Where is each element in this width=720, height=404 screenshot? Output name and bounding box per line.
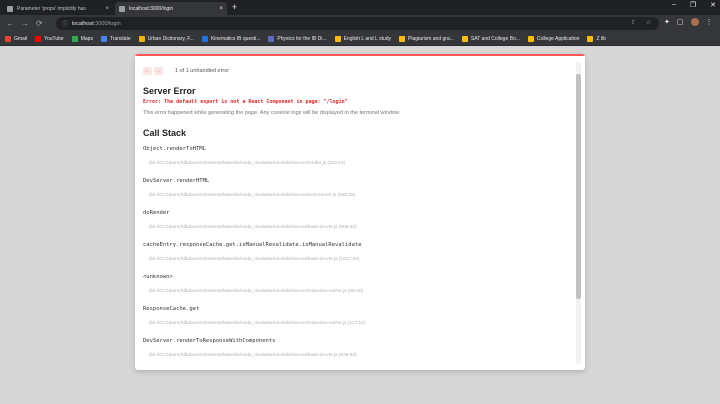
bookmark-label: English L and L study	[343, 35, 392, 42]
bookmark-favicon-icon	[201, 35, 208, 42]
bookmark-label: Gmail	[14, 35, 28, 42]
bookmark-favicon-icon	[268, 35, 275, 42]
tab-close-icon[interactable]: ×	[105, 6, 109, 12]
bookmark-favicon-icon	[35, 35, 42, 42]
bookmark-label: College Application	[536, 35, 580, 42]
frame-function: Object.renderToHTML	[143, 146, 206, 152]
bookmark-item[interactable]: Physics for the IB Di...	[268, 35, 327, 42]
browser-toolbar: ← → ⟳ ⓘ localhost:3000/login ⇪ ☆ ✦ ▢ ⋮	[0, 15, 720, 32]
bookmark-item[interactable]: English L and L study	[334, 35, 392, 42]
forward-icon[interactable]: →	[21, 18, 29, 29]
url-host: localhost	[72, 20, 94, 27]
call-stack-frame[interactable]: ResponseCache.get file:///C:/Users/Sifta…	[143, 306, 365, 326]
error-counter: 1 of 1 unhandled error	[175, 68, 230, 74]
bookmark-label: Kinematics IB questi...	[210, 35, 261, 42]
toolbar-actions: ✦ ▢ ⋮	[664, 18, 713, 26]
bookmark-favicon-icon	[399, 35, 406, 42]
tab-typescript-error[interactable]: Parameter 'props' implicitly has ×	[3, 2, 113, 15]
frame-path[interactable]: file:///C:/Users/Siftaboo%20Hanse/Mansit…	[149, 289, 363, 294]
bookmark-label: Physics for the IB Di...	[277, 35, 327, 42]
tab-favicon-icon	[7, 5, 13, 12]
address-bar[interactable]: ⓘ localhost:3000/login ⇪ ☆	[56, 17, 659, 30]
frame-path[interactable]: file:///C:/Users/Siftaboo%20Hanse/Mansit…	[149, 225, 357, 230]
window-controls: – ❐ ✕	[672, 1, 716, 9]
bookmark-favicon-icon	[461, 35, 468, 42]
error-accent-bar	[135, 54, 585, 56]
bookmark-item[interactable]: Z lib	[587, 35, 606, 42]
tab-favicon-icon	[119, 5, 125, 12]
tab-title: localhost:3000/login	[129, 5, 174, 12]
tab-localhost-login[interactable]: localhost:3000/login ×	[115, 2, 227, 15]
bookmark-favicon-icon	[527, 35, 534, 42]
bookmark-item[interactable]: Gmail	[5, 35, 28, 42]
call-stack-frame[interactable]: DevServer.renderHTML file:///C:/Users/Si…	[143, 178, 355, 198]
tab-title: Parameter 'props' implicitly has	[17, 5, 86, 12]
close-window-icon[interactable]: ✕	[710, 1, 716, 9]
frame-function: DevServer.renderHTML	[143, 178, 210, 184]
bookmark-label: YouTube	[44, 35, 64, 42]
share-icon[interactable]: ⇪	[631, 17, 636, 30]
prev-error-button[interactable]: ←	[143, 67, 152, 75]
frame-path[interactable]: file:///C:/Users/Siftaboo%20Hanse/Mansit…	[149, 353, 357, 358]
frame-path[interactable]: file:///C:/Users/Siftaboo%20Hanse/Mansit…	[149, 257, 362, 262]
error-message: Error: The default export is not a React…	[143, 99, 348, 105]
error-title: Server Error	[143, 86, 196, 96]
frame-path[interactable]: file:///C:/Users/Siftaboo%20Hanse/Mansit…	[149, 161, 345, 166]
menu-icon[interactable]: ⋮	[706, 18, 713, 26]
bookmark-label: Translate	[109, 35, 131, 42]
reload-icon[interactable]: ⟳	[36, 18, 43, 29]
url-path: :3000/login	[93, 20, 121, 27]
bookmark-label: Maps	[80, 35, 93, 42]
bookmark-favicon-icon	[71, 35, 78, 42]
bookmark-item[interactable]: Plagiarism and gra...	[399, 35, 454, 42]
bookmark-item[interactable]: Translate	[100, 35, 131, 42]
frame-function: DevServer.renderToResponseWithComponents	[143, 338, 276, 344]
frame-function: <unknown>	[143, 274, 173, 280]
bookmark-favicon-icon	[334, 35, 341, 42]
call-stack-frame[interactable]: cacheEntry.responseCache.get.isManualRev…	[143, 242, 362, 262]
bookmark-item[interactable]: SAT and College Bo...	[461, 35, 520, 42]
tab-close-icon[interactable]: ×	[219, 6, 223, 12]
frame-path[interactable]: file:///C:/Users/Siftaboo%20Hanse/Mansit…	[149, 321, 365, 326]
call-stack-frame[interactable]: <unknown> file:///C:/Users/Siftaboo%20Ha…	[143, 274, 363, 294]
frame-function: cacheEntry.responseCache.get.isManualRev…	[143, 242, 362, 248]
site-info-icon[interactable]: ⓘ	[62, 19, 68, 28]
bookmark-star-icon[interactable]: ☆	[646, 17, 651, 30]
bookmark-label: SAT and College Bo...	[470, 35, 520, 42]
bookmark-favicon-icon	[100, 35, 107, 42]
frame-function: doRender	[143, 210, 170, 216]
profile-avatar[interactable]	[690, 18, 699, 26]
extensions-icon[interactable]: ✦	[664, 18, 670, 26]
next-error-button[interactable]: →	[154, 67, 163, 75]
call-stack-frame[interactable]: DevServer.renderToResponseWithComponents…	[143, 338, 357, 358]
overlay-scrollbar[interactable]	[576, 62, 581, 364]
error-pagination: ← →	[143, 67, 163, 75]
call-stack-title: Call Stack	[143, 128, 187, 138]
bookmark-favicon-icon	[587, 35, 594, 42]
back-icon[interactable]: ←	[6, 18, 14, 29]
frame-function: ResponseCache.get	[143, 306, 200, 312]
call-stack-frame[interactable]: doRender file:///C:/Users/Siftaboo%20Han…	[143, 210, 357, 230]
bookmark-favicon-icon	[138, 35, 145, 42]
call-stack-frame[interactable]: Object.renderToHTML file:///C:/Users/Sif…	[143, 146, 345, 166]
maximize-icon[interactable]: ❐	[690, 1, 696, 9]
error-overlay-dialog: ← → 1 of 1 unhandled error Server Error …	[135, 54, 585, 370]
bookmarks-bar: Gmail YouTube Maps Translate Urban Dictionar…	[0, 32, 720, 46]
bookmark-item[interactable]: Kinematics IB questi...	[201, 35, 261, 42]
bookmark-item[interactable]: Urban Dictionary, F...	[138, 35, 194, 42]
bookmark-favicon-icon	[5, 35, 11, 42]
minimize-icon[interactable]: –	[672, 1, 676, 9]
bookmark-label: Urban Dictionary, F...	[147, 35, 194, 42]
side-panel-icon[interactable]: ▢	[677, 18, 684, 26]
frame-path[interactable]: file:///C:/Users/Siftaboo%20Hanse/Mansit…	[149, 193, 355, 198]
bookmark-label: Plagiarism and gra...	[408, 35, 454, 42]
scrollbar-thumb[interactable]	[576, 74, 581, 299]
new-tab-button[interactable]: +	[232, 2, 237, 13]
bookmark-item[interactable]: College Application	[527, 35, 580, 42]
bookmark-item[interactable]: Maps	[71, 35, 93, 42]
bookmark-label: Z lib	[596, 35, 606, 42]
bookmark-item[interactable]: YouTube	[35, 35, 64, 42]
error-description: This error happened while generating the…	[143, 110, 401, 116]
tab-strip: Parameter 'props' implicitly has × local…	[0, 0, 720, 15]
